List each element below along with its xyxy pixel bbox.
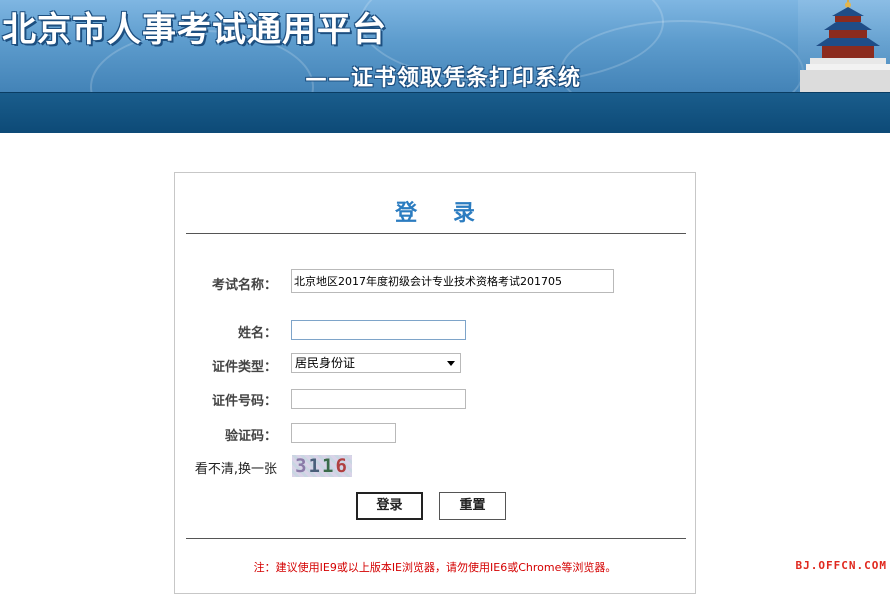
id-number-label: 证件号码： xyxy=(211,394,277,409)
divider xyxy=(186,233,686,234)
id-number-field[interactable] xyxy=(291,389,466,409)
login-title: 登 录 xyxy=(395,201,489,226)
captcha-label: 验证码： xyxy=(224,429,277,444)
site-title: 北京市人事考试通用平台 xyxy=(2,10,387,50)
site-subtitle: ——证书领取凭条打印系统 xyxy=(305,65,582,91)
refresh-captcha-link[interactable]: 看不清,换一张 xyxy=(177,458,277,477)
captcha-digit: 6 xyxy=(335,455,349,477)
browser-note: 注：建议使用IE9或以上版本IE浏览器，请勿使用IE6或Chrome等浏览器。 xyxy=(253,561,617,574)
captcha-digit: 1 xyxy=(308,455,322,477)
temple-of-heaven-icon xyxy=(798,0,890,92)
nav-bar xyxy=(0,92,890,133)
exam-name-field[interactable] xyxy=(291,269,614,293)
chevron-down-icon xyxy=(447,361,455,366)
watermark: BJ.OFFCN.COM xyxy=(795,559,887,572)
header-banner: 北京市人事考试通用平台 ——证书领取凭条打印系统 xyxy=(0,0,890,92)
captcha-digit: 3 xyxy=(295,455,309,477)
reset-button[interactable]: 重置 xyxy=(439,492,506,520)
login-panel: 登 录 考试名称： 姓名： 证件类型： 居民身份证 证件号码： 验证码： 看不清… xyxy=(174,172,696,594)
divider xyxy=(186,538,686,539)
name-field[interactable] xyxy=(291,320,466,340)
name-label: 姓名： xyxy=(237,326,277,341)
captcha-image[interactable]: 3116 xyxy=(292,455,352,477)
captcha-field[interactable] xyxy=(291,423,396,443)
exam-name-label: 考试名称： xyxy=(211,278,277,293)
id-type-select[interactable]: 居民身份证 xyxy=(291,353,461,373)
id-type-label: 证件类型： xyxy=(211,360,277,375)
login-button[interactable]: 登录 xyxy=(356,492,423,520)
captcha-digit: 1 xyxy=(322,455,336,477)
id-type-selected-value: 居民身份证 xyxy=(295,356,356,370)
